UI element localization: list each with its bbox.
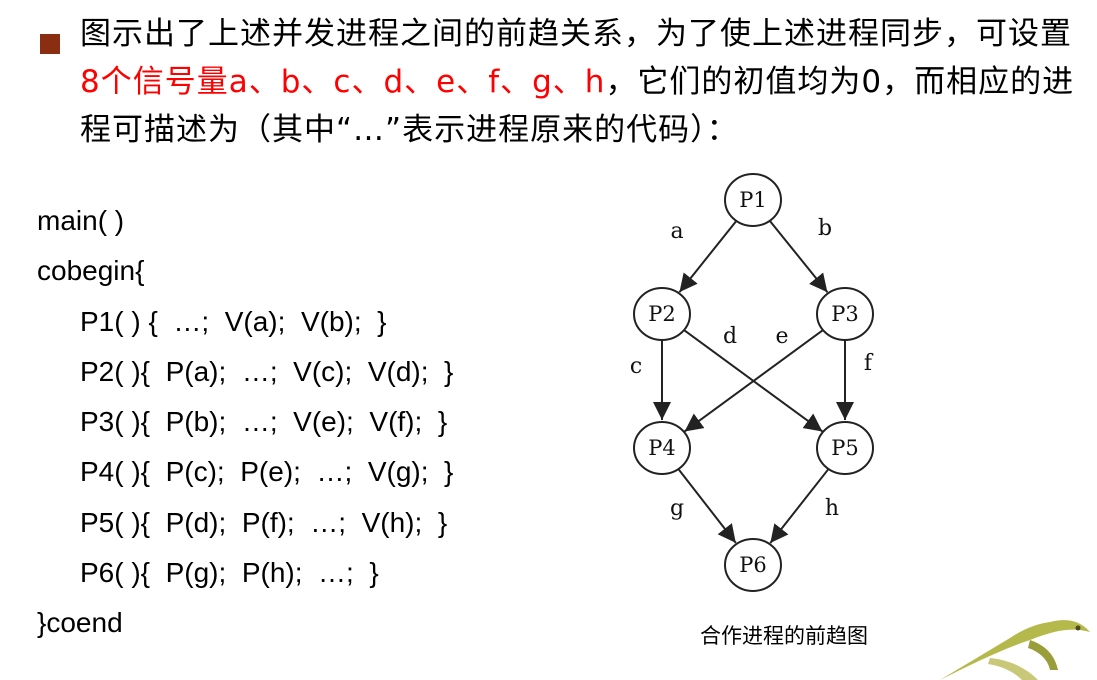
code-line-coend: }coend <box>37 607 123 639</box>
edge-label-g: g <box>670 496 684 521</box>
edge-label-b: b <box>818 216 832 241</box>
code-line-p3: P3( ){ P(b); …; V(e); V(f); } <box>80 406 448 438</box>
node-p5: P5 <box>816 421 874 475</box>
node-p4: P4 <box>633 421 691 475</box>
node-label-p3: P3 <box>831 302 859 326</box>
node-p1: P1 <box>724 173 782 227</box>
node-p2: P2 <box>633 287 691 341</box>
code-line-p1: P1( ) { …; V(a); V(b); } <box>80 305 387 337</box>
edge-label-h: h <box>825 496 839 521</box>
node-label-p2: P2 <box>648 302 676 326</box>
code-line-p5: P5( ){ P(d); P(f); …; V(h); } <box>80 506 448 538</box>
node-label-p6: P6 <box>739 553 767 577</box>
node-label-p5: P5 <box>831 436 859 460</box>
edge-p5-p6 <box>769 467 830 544</box>
intro-text: 图示出了上述并发进程之间的前趋关系，为了使上述进程同步，可设置 <box>80 16 1072 52</box>
code-line-main: main( ) <box>37 205 125 236</box>
edge-label-c: c <box>630 354 642 379</box>
bullet-square-icon <box>40 34 60 54</box>
diagram-caption: 合作进程的前趋图 <box>700 624 868 648</box>
semaphore-highlight: 8个信号量a、b、c、d、e、f、g、h <box>80 64 606 100</box>
code-block: main( ) cobegin{ P1( ) { …; V(a); V(b); … <box>37 196 453 649</box>
code-line-cobegin: cobegin{ <box>37 255 145 287</box>
edge-label-f: f <box>864 351 874 376</box>
edge-p1-p2 <box>678 219 738 293</box>
code-line-p2: P2( ){ P(a); …; V(c); V(d); } <box>80 355 454 387</box>
node-label-p4: P4 <box>648 436 676 460</box>
precedence-graph: a b c d e f g h P1 P2 P3 P4 P5 P6 <box>630 173 874 592</box>
edge-label-a: a <box>670 219 683 244</box>
node-label-p1: P1 <box>739 188 767 212</box>
node-p3: P3 <box>816 287 874 341</box>
intro-paragraph: 图示出了上述并发进程之间的前趋关系，为了使上述进程同步，可设置 8个信号量a、b、… <box>80 10 1092 154</box>
code-line-p4: P4( ){ P(c); P(e); …; V(g); } <box>80 456 454 488</box>
lizard-icon <box>940 620 1090 680</box>
node-p6: P6 <box>724 538 782 592</box>
edge-label-d: d <box>723 324 737 349</box>
edge-label-e: e <box>775 324 788 349</box>
code-line-p6: P6( ){ P(g); P(h); …; } <box>80 557 379 589</box>
edge-p4-p6 <box>677 467 737 544</box>
